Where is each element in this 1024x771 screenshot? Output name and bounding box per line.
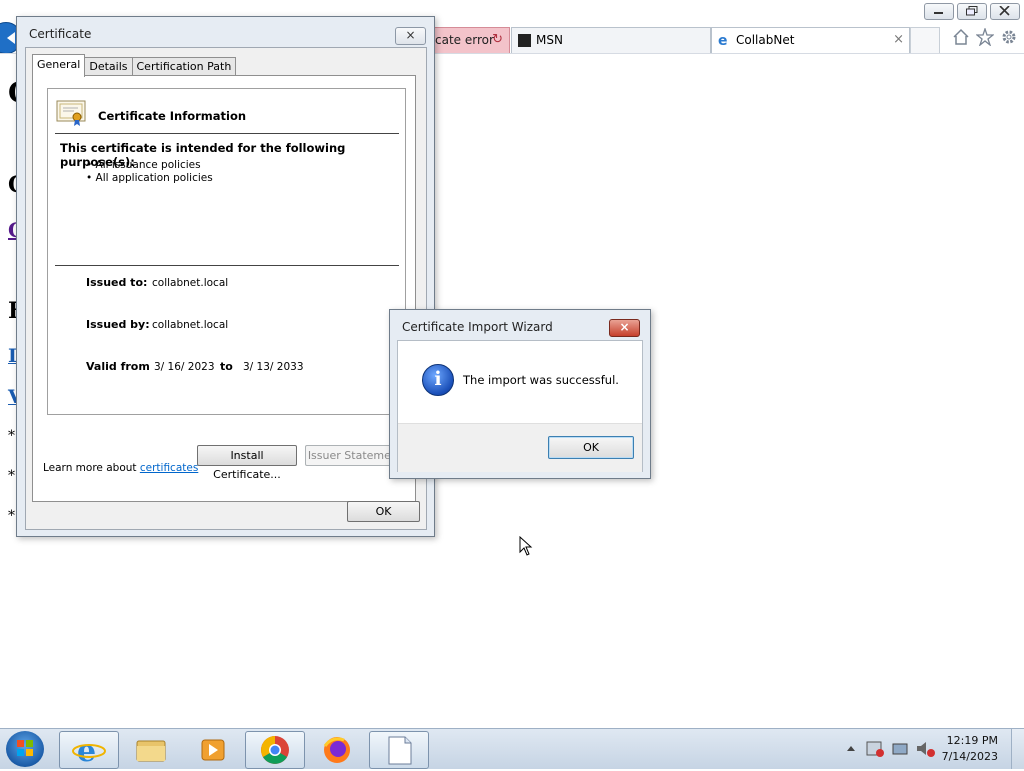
- issued-to-value: collabnet.local: [152, 277, 229, 289]
- tab-msn[interactable]: MSN: [511, 27, 711, 54]
- tab-details[interactable]: Details: [84, 57, 133, 76]
- dialog-title: Certificate: [29, 27, 92, 41]
- certificate-dialog: Certificate × General Details Certificat…: [16, 16, 435, 537]
- tab-certification-path[interactable]: Certification Path: [131, 57, 237, 76]
- tab-general[interactable]: General: [32, 54, 86, 77]
- minimize-button[interactable]: [924, 3, 954, 20]
- msn-icon: [518, 34, 531, 47]
- favorites-star-icon[interactable]: [976, 28, 994, 46]
- start-button[interactable]: [6, 731, 44, 767]
- certificate-info-box: Certificate Information This certificate…: [47, 88, 406, 415]
- svg-text:e: e: [77, 734, 96, 768]
- dialog-title: Certificate Import Wizard: [402, 320, 553, 334]
- clock-date: 7/14/2023: [941, 750, 998, 763]
- issued-by-label: Issued by:: [86, 318, 150, 331]
- volume-muted-icon[interactable]: [917, 742, 926, 755]
- information-icon: i: [422, 364, 454, 396]
- ie-page-icon: e: [718, 33, 728, 49]
- valid-to-value: 3/ 13/ 2033: [243, 361, 304, 373]
- media-player-icon: [201, 739, 225, 761]
- window-controls: [924, 3, 1020, 20]
- internet-explorer-icon: e: [72, 734, 106, 769]
- tab-label: cate error: [435, 33, 494, 47]
- tab-label: CollabNet: [736, 33, 795, 47]
- close-dialog-button[interactable]: ×: [395, 27, 426, 45]
- valid-from-value: 3/ 16/ 2023: [154, 361, 215, 373]
- close-tab-icon[interactable]: ×: [893, 28, 904, 52]
- new-tab-button[interactable]: [910, 27, 940, 54]
- notepad-icon: [388, 736, 412, 765]
- dialog-body: General Details Certification Path Certi…: [25, 47, 427, 530]
- close-icon: ×: [619, 320, 630, 334]
- success-message: The import was successful.: [463, 373, 619, 387]
- home-icon[interactable]: [952, 28, 970, 46]
- show-desktop-button[interactable]: [1011, 729, 1024, 769]
- refresh-icon[interactable]: ↻: [492, 28, 503, 52]
- chrome-icon: [261, 736, 289, 764]
- ok-button[interactable]: OK: [347, 501, 420, 522]
- ok-button[interactable]: OK: [548, 436, 634, 459]
- divider: [55, 133, 399, 134]
- close-icon: [999, 6, 1010, 16]
- issued-by-value: collabnet.local: [152, 319, 229, 331]
- purpose-item: • All application policies: [86, 172, 213, 184]
- close-window-button[interactable]: [990, 3, 1020, 20]
- taskbar-media-player[interactable]: [183, 731, 243, 769]
- taskbar-notepad[interactable]: [369, 731, 429, 769]
- taskbar-chrome[interactable]: [245, 731, 305, 769]
- show-hidden-icons-icon[interactable]: [847, 746, 855, 751]
- purpose-item: • All issuance policies: [86, 159, 201, 171]
- info-title: Certificate Information: [98, 109, 247, 123]
- browser-tools: [952, 28, 1018, 46]
- page-bullet-fragment: *: [8, 508, 15, 524]
- minimize-icon: [934, 12, 943, 14]
- restore-icon: [966, 6, 978, 16]
- taskbar-firefox[interactable]: [307, 731, 367, 769]
- clock-time: 12:19 PM: [946, 734, 998, 747]
- mouse-cursor-icon: [519, 536, 533, 556]
- tab-label: MSN: [536, 33, 563, 47]
- windows-logo-icon: [17, 740, 33, 756]
- network-icon[interactable]: [892, 743, 908, 755]
- close-icon: ×: [405, 28, 416, 42]
- taskbar: e 12:19 PM 7/14/2023: [0, 728, 1024, 769]
- install-certificate-button[interactable]: Install Certificate...: [197, 445, 297, 481]
- folder-icon: [136, 740, 166, 762]
- page-bullet-fragment: *: [8, 428, 15, 444]
- divider: [55, 265, 399, 266]
- general-tab-panel: Certificate Information This certificate…: [32, 75, 416, 502]
- learn-more-prefix: Learn more about: [43, 462, 137, 474]
- firefox-icon: [323, 737, 350, 763]
- valid-to-label: to: [220, 360, 233, 373]
- taskbar-file-explorer[interactable]: [121, 731, 181, 769]
- issued-to-label: Issued to:: [86, 276, 148, 289]
- purpose-list: • All issuance policies • All applicatio…: [86, 159, 213, 185]
- page-bullet-fragment: *: [8, 468, 15, 484]
- dialog-tabs: General Details Certification Path: [32, 54, 237, 77]
- tab-collabnet[interactable]: e CollabNet ×: [711, 27, 910, 54]
- import-wizard-dialog: Certificate Import Wizard × i The import…: [389, 309, 651, 479]
- clock[interactable]: 12:19 PM 7/14/2023: [942, 733, 998, 765]
- system-tray: [847, 741, 935, 757]
- close-dialog-button[interactable]: ×: [609, 319, 640, 337]
- dialog-footer: OK: [398, 423, 642, 472]
- gear-icon[interactable]: [1000, 28, 1018, 46]
- valid-from-label: Valid from: [86, 360, 150, 373]
- certificate-icon: [56, 100, 86, 126]
- certificates-link[interactable]: certificates: [140, 462, 198, 474]
- learn-more-text: Learn more about certificates: [43, 462, 198, 474]
- restore-button[interactable]: [957, 3, 987, 20]
- dialog-body: i The import was successful. OK: [397, 340, 643, 472]
- taskbar-internet-explorer[interactable]: e: [59, 731, 119, 769]
